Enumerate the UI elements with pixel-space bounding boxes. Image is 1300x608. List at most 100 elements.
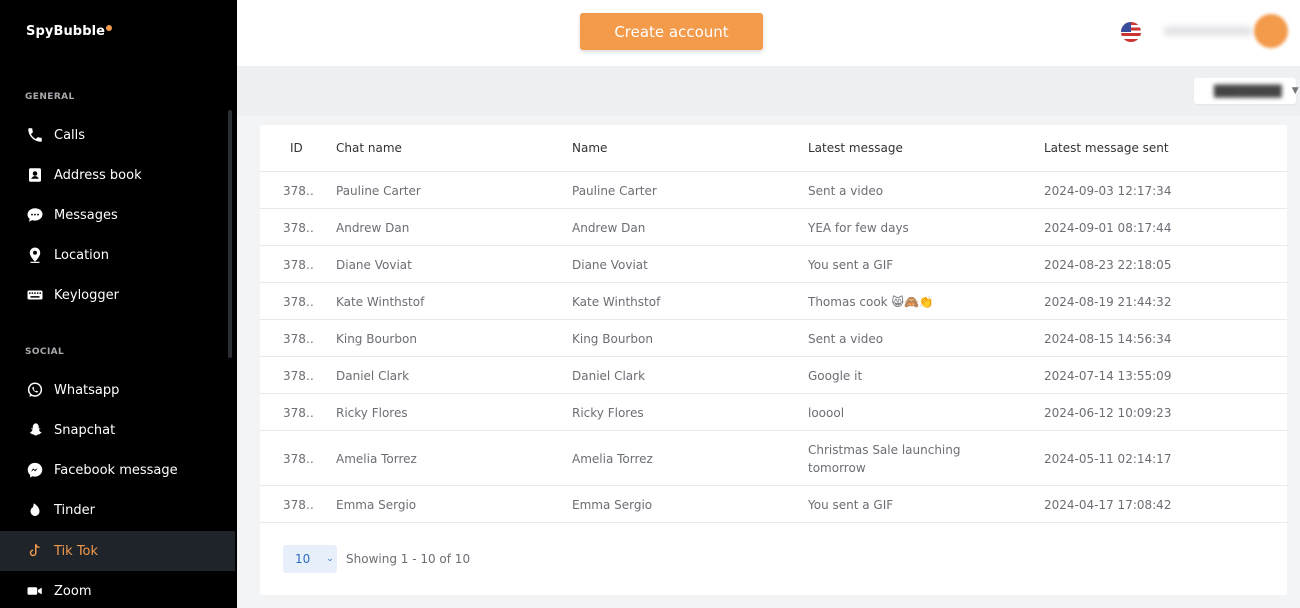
sidebar-item-address-book[interactable]: Address book — [0, 155, 235, 195]
sidebar-item-label: Tinder — [54, 502, 95, 518]
cell-latest-message-sent: 2024-07-14 13:55:09 — [1044, 368, 1172, 383]
sidebar-item-label: Messages — [54, 207, 118, 223]
column-header-name[interactable]: Name — [572, 141, 607, 155]
cell-latest-message: You sent a GIF — [808, 497, 894, 512]
page-size-value: 10 — [295, 552, 311, 566]
cell-latest-message: Google it — [808, 368, 863, 383]
cell-id: 378… — [283, 497, 313, 512]
cell-chat-name: Diane Voviat — [336, 257, 412, 272]
tinder-flame-icon — [26, 501, 44, 519]
table-row[interactable]: 378… Diane Voviat Diane Voviat You sent a G… — [260, 245, 1287, 282]
table-row[interactable]: 378… Emma Sergio Emma Sergio You sent a GIF… — [260, 485, 1287, 522]
messenger-icon — [26, 461, 44, 479]
snapchat-icon — [26, 421, 44, 439]
tiktok-icon — [26, 542, 44, 560]
cell-latest-message: Sent a video — [808, 183, 884, 198]
create-account-button[interactable]: Create account — [580, 13, 763, 50]
cell-latest-message-sent: 2024-09-01 08:17:44 — [1044, 220, 1172, 235]
phone-icon — [26, 126, 44, 144]
cell-latest-message-sent: 2024-08-23 22:18:05 — [1044, 257, 1172, 272]
cell-latest-message: Sent a video — [808, 331, 884, 346]
device-os-select[interactable]: ████████ ▼ — [1194, 78, 1299, 104]
cell-latest-message: Thomas cook 😸🙈👏 — [808, 294, 934, 309]
cell-latest-message: YEA for few days — [808, 220, 909, 235]
cell-chat-name: Ricky Flores — [336, 405, 408, 420]
sidebar: SpyBubble GENERAL Calls Address book Mes… — [0, 0, 237, 608]
sidebar-item-location[interactable]: Location — [0, 235, 235, 275]
cell-id: 378… — [283, 257, 313, 272]
table-bottom-border — [260, 522, 1287, 523]
table-row[interactable]: 378… Daniel Clark Daniel Clark Google it 202… — [260, 356, 1287, 393]
avatar[interactable] — [1254, 14, 1288, 48]
table-row[interactable]: 378… Andrew Dan Andrew Dan YEA for few days… — [260, 208, 1287, 245]
cell-latest-message-sent: 2024-08-19 21:44:32 — [1044, 294, 1172, 309]
video-camera-icon — [26, 582, 44, 600]
table-row[interactable]: 378… King Bourbon King Bourbon Sent a video… — [260, 319, 1287, 356]
column-header-latest-message-sent[interactable]: Latest message sent — [1044, 141, 1169, 155]
cell-id: 378… — [283, 220, 313, 235]
brand-logo[interactable]: SpyBubble — [26, 24, 113, 39]
cell-chat-name: Kate Winthstof — [336, 294, 425, 309]
sidebar-item-label: Keylogger — [54, 287, 119, 303]
cell-id: 378… — [283, 294, 313, 309]
chevron-down-icon: ⌄ — [326, 554, 334, 564]
sidebar-scrollbar[interactable] — [228, 110, 232, 358]
cell-name: Amelia Torrez — [572, 451, 653, 466]
section-label-social: SOCIAL — [25, 347, 65, 357]
cell-name: Kate Winthstof — [572, 294, 661, 309]
sidebar-item-keylogger[interactable]: Keylogger — [0, 275, 235, 315]
sidebar-item-snapchat[interactable]: Snapchat — [0, 410, 235, 450]
whatsapp-icon — [26, 381, 44, 399]
table-row[interactable]: 378… Amelia Torrez Amelia Torrez Christmas … — [260, 430, 1287, 485]
user-name-blurred — [1163, 26, 1253, 36]
cell-id: 378… — [283, 331, 313, 346]
cell-chat-name: Daniel Clark — [336, 368, 410, 383]
cell-name: Pauline Carter — [572, 183, 657, 198]
sidebar-item-messages[interactable]: Messages — [0, 195, 235, 235]
us-flag-icon[interactable] — [1121, 22, 1141, 42]
cell-id: 378… — [283, 368, 313, 383]
cell-chat-name: Amelia Torrez — [336, 451, 417, 466]
sidebar-item-label: Whatsapp — [54, 382, 120, 398]
cell-id: 378… — [283, 405, 313, 420]
cell-chat-name: Emma Sergio — [336, 497, 417, 512]
cell-name: Andrew Dan — [572, 220, 646, 235]
sidebar-item-label: Facebook message — [54, 462, 178, 478]
sidebar-item-tik-tok[interactable]: Tik Tok — [0, 531, 235, 571]
cell-name: Emma Sergio — [572, 497, 653, 512]
sidebar-item-tinder[interactable]: Tinder — [0, 490, 235, 530]
table-row[interactable]: 378… Kate Winthstof Kate Winthstof Thomas c… — [260, 282, 1287, 319]
sidebar-item-facebook-message[interactable]: Facebook message — [0, 450, 235, 490]
cell-name: Diane Voviat — [572, 257, 648, 272]
address-book-icon — [26, 166, 44, 184]
page-size-select[interactable]: 10 ⌄ — [283, 545, 337, 573]
brand-dot — [106, 25, 113, 31]
location-pin-icon — [26, 246, 44, 264]
cell-chat-name: Pauline Carter — [336, 183, 421, 198]
sidebar-item-whatsapp[interactable]: Whatsapp — [0, 370, 235, 410]
sidebar-item-label: Calls — [54, 127, 86, 143]
table-row[interactable]: 378… Pauline Carter Pauline Carter Sent a v… — [260, 171, 1287, 208]
cell-latest-message-sent: 2024-09-03 12:17:34 — [1044, 183, 1172, 198]
table-row[interactable]: 378… Ricky Flores Ricky Flores looool 2024-0… — [260, 393, 1287, 430]
sidebar-item-calls[interactable]: Calls — [0, 115, 235, 155]
top-header: Create account — [237, 0, 1300, 66]
cell-latest-message-sent: 2024-04-17 17:08:42 — [1044, 497, 1172, 512]
column-header-latest-message[interactable]: Latest message — [808, 141, 903, 155]
pagination-summary: Showing 1 - 10 of 10 — [346, 552, 471, 566]
cell-name: King Bourbon — [572, 331, 653, 346]
brand-name: SpyBubble — [26, 24, 106, 39]
sidebar-item-label: Zoom — [54, 583, 92, 599]
sidebar-item-label: Location — [54, 247, 109, 263]
keyboard-icon — [26, 286, 44, 304]
chevron-down-icon: ▼ — [1291, 86, 1299, 96]
device-bar: ████████ ▼ — [237, 66, 1300, 116]
cell-name: Ricky Flores — [572, 405, 644, 420]
sidebar-item-zoom[interactable]: Zoom — [0, 571, 235, 608]
chat-bubble-icon — [26, 206, 44, 224]
column-header-chat-name[interactable]: Chat name — [336, 141, 402, 155]
cell-latest-message: You sent a GIF — [808, 257, 894, 272]
sidebar-item-label: Snapchat — [54, 422, 116, 438]
column-header-id[interactable]: ID — [290, 141, 303, 155]
sidebar-item-label: Tik Tok — [54, 543, 99, 559]
